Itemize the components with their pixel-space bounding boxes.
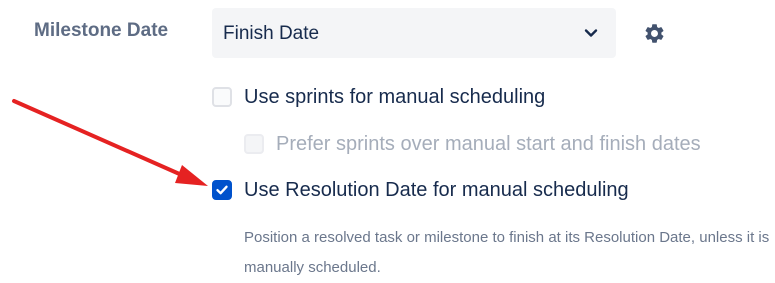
annotation-arrow-icon [12, 99, 208, 186]
